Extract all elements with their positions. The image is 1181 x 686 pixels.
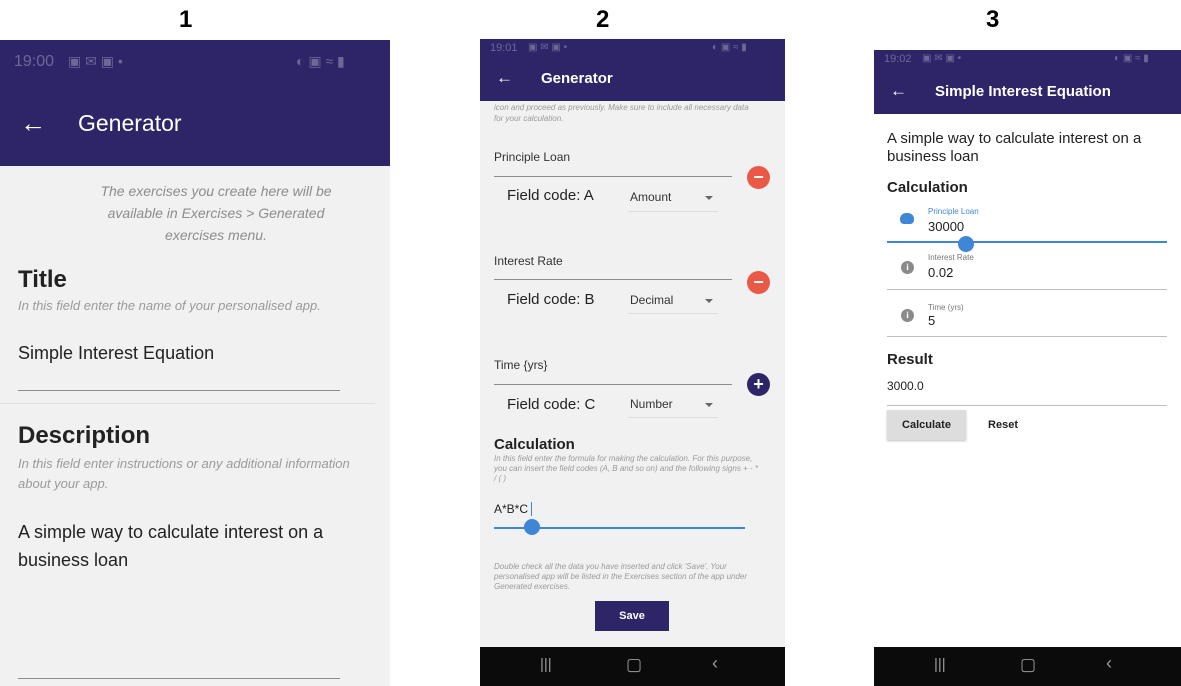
field-code-label: Field code: C (507, 396, 596, 413)
calculation-hint: In this field enter the formula for maki… (494, 454, 758, 483)
system-icons: ◐ ▣ ≈ ▮ (296, 53, 345, 69)
time-input[interactable]: 5 (928, 313, 935, 328)
back-arrow-icon[interactable]: ← (496, 68, 513, 88)
field-name-input[interactable]: Time {yrs} (494, 358, 548, 372)
cursor-handle[interactable] (958, 236, 974, 252)
back-arrow-icon[interactable]: ← (20, 108, 46, 139)
reset-button[interactable]: Reset (971, 410, 1035, 440)
formula-input[interactable]: A*B*C (494, 502, 528, 516)
description-hint: In this field enter instructions or any … (18, 456, 350, 491)
input-label: Principle Loan (928, 207, 979, 216)
recent-apps-icon[interactable]: ||| (540, 656, 552, 673)
principle-loan-input[interactable]: 30000 (928, 219, 964, 234)
app-bar: ← Generator (480, 55, 785, 101)
input-label: Interest Rate (928, 253, 974, 262)
cursor-handle[interactable] (524, 519, 540, 535)
back-nav-icon[interactable]: ‹ (712, 653, 718, 674)
calculate-button[interactable]: Calculate (887, 410, 966, 440)
input-underline (887, 241, 1167, 243)
phone-screen-1: 19:00 ▣ ✉ ▣ • ◐ ▣ ≈ ▮ ← Generator The ex… (0, 40, 390, 686)
field-name-underline (494, 176, 732, 177)
back-arrow-icon[interactable]: ← (890, 81, 907, 101)
home-icon[interactable]: ▢ (1020, 655, 1036, 675)
piggy-bank-icon (900, 213, 914, 224)
system-icons: ◐ ▣ ≈ ▮ (1114, 53, 1149, 64)
title-input-underline (18, 390, 340, 391)
dropdown-underline (628, 211, 718, 212)
app-bar: ← Simple Interest Equation (874, 68, 1181, 114)
field-name-input[interactable]: Principle Loan (494, 150, 570, 164)
field-name-underline (494, 279, 732, 280)
description-input-underline (18, 678, 340, 679)
system-icons: ◐ ▣ ≈ ▮ (712, 42, 747, 53)
notification-icons: ▣ ✉ ▣ • (68, 53, 123, 69)
description-text: A simple way to calculate interest on a … (887, 130, 1142, 165)
title-input[interactable]: Simple Interest Equation (18, 343, 214, 364)
chevron-down-icon (705, 403, 713, 407)
title-hint: In this field enter the name of your per… (18, 298, 321, 313)
status-time: 19:02 (884, 53, 912, 65)
description-input[interactable]: A simple way to calculate interest on a … (18, 518, 338, 574)
field-name-input[interactable]: Interest Rate (494, 254, 563, 268)
description-heading: Description (18, 422, 151, 449)
recent-apps-icon[interactable]: ||| (934, 656, 946, 673)
calculation-heading: Calculation (887, 179, 968, 196)
field-name-underline (494, 384, 732, 385)
status-time: 19:01 (490, 42, 518, 54)
dropdown-underline (628, 313, 718, 314)
remove-field-icon[interactable]: − (747, 166, 770, 189)
field-type-dropdown[interactable]: Decimal (630, 293, 673, 307)
home-icon[interactable]: ▢ (626, 655, 642, 675)
instruction-text: icon and proceed as previously. Make sur… (494, 103, 749, 123)
page-title: Generator (541, 70, 613, 87)
panel-number-2: 2 (596, 6, 610, 33)
page-title: Simple Interest Equation (935, 83, 1111, 100)
input-underline (887, 289, 1167, 290)
add-field-icon[interactable]: + (747, 373, 770, 396)
field-code-label: Field code: A (507, 187, 594, 204)
input-underline (887, 336, 1167, 337)
panel-number-1: 1 (179, 6, 193, 33)
phone-screen-3: 19:02 ▣ ✉ ▣ • ◐ ▣ ≈ ▮ ← Simple Interest … (874, 50, 1181, 686)
save-button[interactable]: Save (595, 601, 669, 631)
text-cursor (531, 502, 532, 516)
intro-text: The exercises you create here will be av… (100, 183, 332, 243)
remove-field-icon[interactable]: − (747, 271, 770, 294)
status-bar: 19:02 ▣ ✉ ▣ • ◐ ▣ ≈ ▮ (874, 50, 1181, 70)
interest-rate-input[interactable]: 0.02 (928, 265, 953, 280)
phone-screen-2: 19:01 ▣ ✉ ▣ • ◐ ▣ ≈ ▮ ← Generator icon a… (480, 39, 785, 686)
dropdown-underline (628, 417, 718, 418)
info-icon: i (901, 261, 914, 274)
app-bar: ← Generator (0, 74, 390, 166)
result-heading: Result (887, 351, 933, 368)
result-value: 3000.0 (887, 379, 924, 393)
page-title: Generator (78, 110, 182, 136)
chevron-down-icon (705, 196, 713, 200)
navigation-bar: ||| ▢ ‹ (480, 647, 785, 686)
back-nav-icon[interactable]: ‹ (1106, 653, 1112, 674)
panel-number-3: 3 (986, 6, 1000, 33)
info-icon: i (901, 309, 914, 322)
result-underline (887, 405, 1167, 406)
input-label: Time (yrs) (928, 303, 964, 312)
status-time: 19:00 (14, 53, 55, 70)
notification-icons: ▣ ✉ ▣ • (922, 53, 962, 64)
title-heading: Title (18, 266, 67, 293)
notification-icons: ▣ ✉ ▣ • (528, 42, 568, 53)
section-divider (0, 403, 375, 404)
field-code-label: Field code: B (507, 291, 595, 308)
field-type-dropdown[interactable]: Amount (630, 190, 671, 204)
footer-text: Double check all the data you have inser… (494, 562, 748, 591)
calculation-heading: Calculation (494, 436, 575, 453)
field-type-dropdown[interactable]: Number (630, 397, 673, 411)
navigation-bar: ||| ▢ ‹ (874, 647, 1181, 686)
chevron-down-icon (705, 299, 713, 303)
